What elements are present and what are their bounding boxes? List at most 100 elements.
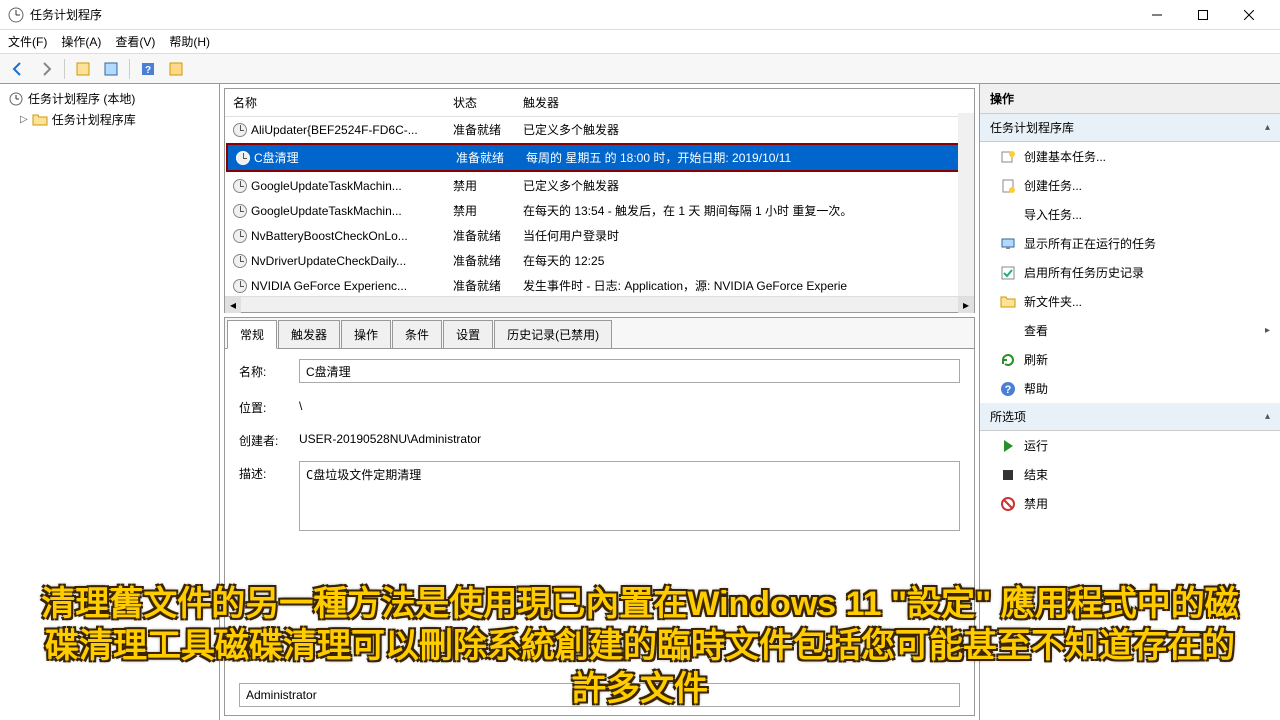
h-scrollbar[interactable]: ◂ ▸	[225, 296, 974, 312]
col-header-trigger[interactable]: 触发器	[515, 92, 974, 113]
chevron-up-icon: ▴	[1265, 411, 1270, 422]
action-label: 导入任务...	[1024, 206, 1270, 223]
action-label: 启用所有任务历史记录	[1024, 264, 1270, 281]
enable-icon	[1000, 265, 1016, 281]
tab-general-content: 名称: 位置: \ 创建者: USER-20190528NU\Administr…	[225, 349, 974, 715]
help-icon: ?	[1000, 381, 1016, 397]
tab[interactable]: 设置	[443, 320, 493, 348]
location-value: \	[299, 395, 302, 413]
clock-icon	[233, 179, 247, 193]
run-icon	[1000, 438, 1016, 454]
action-item[interactable]: 结束	[980, 460, 1280, 489]
task-trigger: 已定义多个触发器	[515, 176, 974, 195]
clock-icon	[233, 204, 247, 218]
menu-bar: 文件(F) 操作(A) 查看(V) 帮助(H)	[0, 30, 1280, 54]
task-list-header: 名称 状态 触发器	[225, 89, 974, 117]
action-item[interactable]: 创建基本任务...	[980, 142, 1280, 171]
task-row[interactable]: GoogleUpdateTaskMachin...禁用在每天的 13:54 - …	[225, 198, 974, 223]
tree-panel: 任务计划程序 (本地) ▷ 任务计划程序库	[0, 84, 220, 720]
action-item[interactable]: 启用所有任务历史记录	[980, 258, 1280, 287]
actions-section-library[interactable]: 任务计划程序库 ▴	[980, 114, 1280, 142]
name-input[interactable]	[299, 359, 960, 383]
task-trigger: 已定义多个触发器	[515, 120, 974, 139]
desc-textarea[interactable]: C盘垃圾文件定期清理	[299, 461, 960, 531]
task-name: C盘清理	[254, 149, 299, 166]
tab[interactable]: 操作	[341, 320, 391, 348]
action-item[interactable]: 新文件夹...	[980, 287, 1280, 316]
disable-icon	[1000, 496, 1016, 512]
task-trigger: 在每天的 13:54 - 触发后，在 1 天 期间每隔 1 小时 重复一次。	[515, 201, 974, 220]
blank-icon	[1000, 207, 1016, 223]
close-button[interactable]	[1226, 0, 1272, 30]
action-item[interactable]: 创建任务...	[980, 171, 1280, 200]
action-item[interactable]: 禁用	[980, 489, 1280, 518]
desc-label: 描述:	[239, 461, 299, 482]
action-item[interactable]: 查看▸	[980, 316, 1280, 345]
task-name: NvDriverUpdateCheckDaily...	[251, 254, 406, 268]
task-row[interactable]: GoogleUpdateTaskMachin...禁用已定义多个触发器	[225, 173, 974, 198]
tree-root[interactable]: 任务计划程序 (本地)	[4, 88, 215, 109]
toolbar: ?	[0, 54, 1280, 84]
tab[interactable]: 条件	[392, 320, 442, 348]
refresh-icon	[1000, 352, 1016, 368]
task-status: 禁用	[445, 201, 515, 220]
back-button[interactable]	[6, 57, 30, 81]
name-label: 名称:	[239, 359, 299, 380]
actions-header: 操作	[980, 84, 1280, 114]
svg-text:?: ?	[145, 65, 151, 76]
forward-button[interactable]	[34, 57, 58, 81]
tab[interactable]: 历史记录(已禁用)	[494, 320, 612, 348]
toolbar-btn-1[interactable]	[71, 57, 95, 81]
clock-icon	[233, 123, 247, 137]
chevron-up-icon: ▴	[1265, 122, 1270, 133]
action-label: 新文件夹...	[1024, 293, 1270, 310]
end-icon	[1000, 467, 1016, 483]
tab[interactable]: 触发器	[278, 320, 340, 348]
action-item[interactable]: 显示所有正在运行的任务	[980, 229, 1280, 258]
task-trigger: 每周的 星期五 的 18:00 时，开始日期: 2019/10/11	[518, 148, 971, 167]
task-name: GoogleUpdateTaskMachin...	[251, 179, 402, 193]
task-row[interactable]: AliUpdater{BEF2524F-FD6C-...准备就绪已定义多个触发器	[225, 117, 974, 142]
tab[interactable]: 常规	[227, 320, 277, 349]
task-row[interactable]: NvDriverUpdateCheckDaily... 准备就绪在每天的 12:2…	[225, 248, 974, 273]
task-trigger: 在每天的 12:25	[515, 251, 974, 270]
task-row[interactable]: NvBatteryBoostCheckOnLo...准备就绪当任何用户登录时	[225, 223, 974, 248]
folder-icon	[32, 112, 48, 128]
chevron-right-icon: ▸	[1265, 325, 1270, 336]
actions-section-selected[interactable]: 所选项 ▴	[980, 403, 1280, 431]
minimize-button[interactable]	[1134, 0, 1180, 30]
blank-icon	[1000, 323, 1016, 339]
detail-tabs: 常规触发器操作条件设置历史记录(已禁用) 名称: 位置: \ 创建者: USER…	[224, 317, 975, 716]
action-label: 显示所有正在运行的任务	[1024, 235, 1270, 252]
toolbar-help-button[interactable]: ?	[136, 57, 160, 81]
app-icon	[8, 7, 24, 23]
task-row[interactable]: C盘清理准备就绪每周的 星期五 的 18:00 时，开始日期: 2019/10/…	[226, 143, 973, 172]
task-row[interactable]: NVIDIA GeForce Experienc...准备就绪发生事件时 - 日…	[225, 273, 974, 296]
action-label: 创建基本任务...	[1024, 148, 1270, 165]
menu-file[interactable]: 文件(F)	[8, 33, 47, 50]
menu-help[interactable]: 帮助(H)	[169, 33, 210, 50]
tree-child[interactable]: ▷ 任务计划程序库	[4, 109, 215, 130]
action-item[interactable]: 刷新	[980, 345, 1280, 374]
action-label: 刷新	[1024, 351, 1270, 368]
action-item[interactable]: 导入任务...	[980, 200, 1280, 229]
action-item[interactable]: 运行	[980, 431, 1280, 460]
menu-view[interactable]: 查看(V)	[115, 33, 155, 50]
menu-action[interactable]: 操作(A)	[61, 33, 101, 50]
toolbar-btn-4[interactable]	[164, 57, 188, 81]
user-input[interactable]	[239, 683, 960, 707]
location-label: 位置:	[239, 395, 299, 416]
action-label: 运行	[1024, 437, 1270, 454]
col-header-status[interactable]: 状态	[445, 92, 515, 113]
action-item[interactable]: ?帮助	[980, 374, 1280, 403]
maximize-button[interactable]	[1180, 0, 1226, 30]
action-label: 禁用	[1024, 495, 1270, 512]
v-scrollbar[interactable]	[958, 113, 974, 296]
task-list: 名称 状态 触发器 AliUpdater{BEF2524F-FD6C-...准备…	[224, 88, 975, 313]
window-title: 任务计划程序	[30, 6, 1134, 23]
col-header-name[interactable]: 名称	[225, 92, 445, 113]
toolbar-btn-2[interactable]	[99, 57, 123, 81]
task-status: 准备就绪	[445, 251, 515, 270]
clock-icon	[8, 91, 24, 107]
display-icon	[1000, 236, 1016, 252]
